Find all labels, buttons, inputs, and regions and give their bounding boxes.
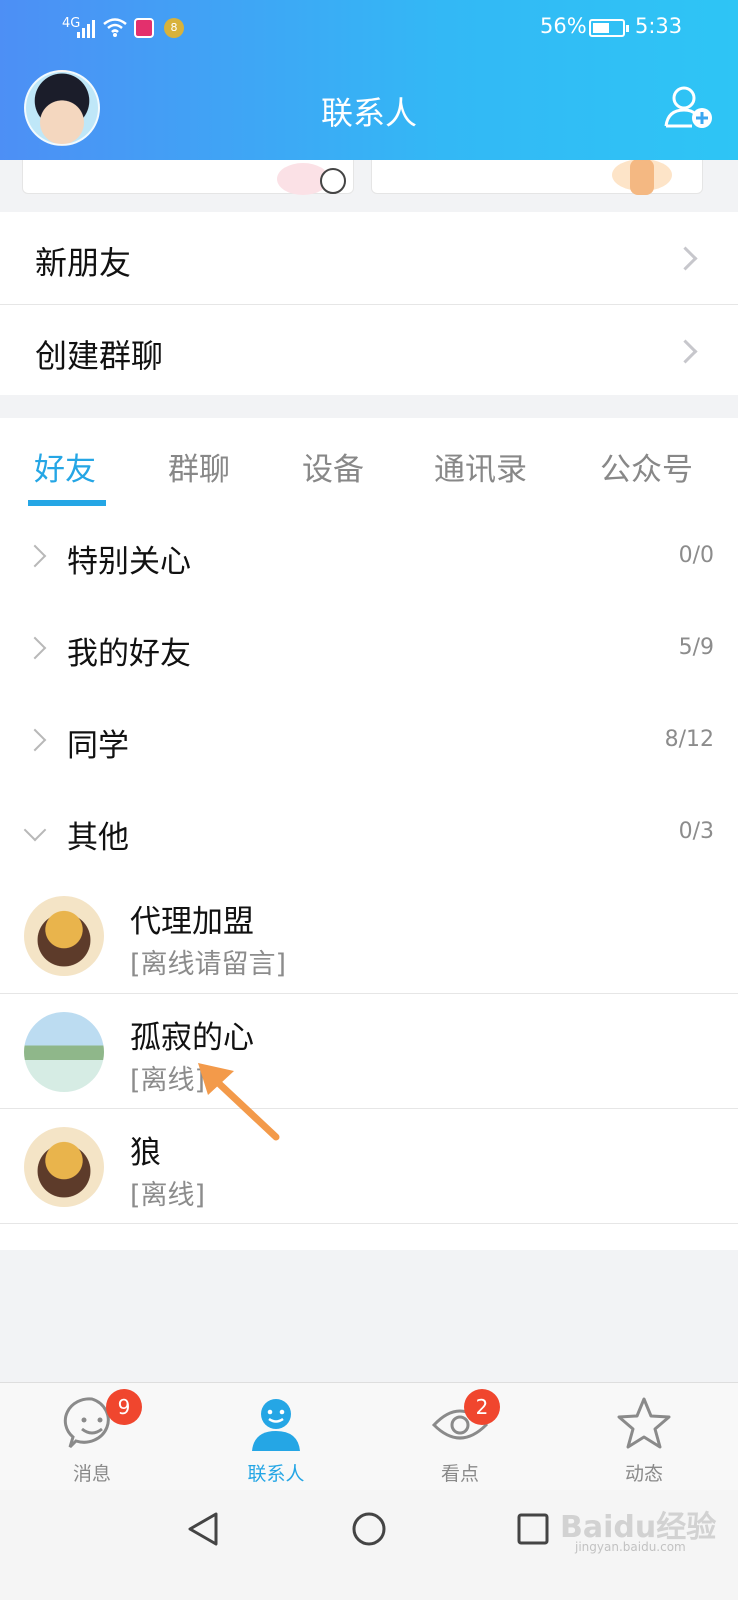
contact-tabs: 好友 群聊 设备 通讯录 公众号 bbox=[0, 418, 738, 511]
new-friends-label: 新朋友 bbox=[35, 244, 132, 282]
chevron-right-icon bbox=[23, 544, 47, 568]
divider bbox=[0, 993, 738, 994]
friend-status: [离线请留言] bbox=[130, 949, 287, 980]
new-friends-row[interactable]: 新朋友 bbox=[0, 212, 738, 304]
avatar bbox=[24, 896, 104, 976]
banner-card-right[interactable] bbox=[371, 160, 703, 195]
friend-name: 孤寂的心 bbox=[130, 1020, 254, 1056]
chevron-right-icon bbox=[673, 246, 698, 271]
nav-discover[interactable]: 看点 2 bbox=[410, 1389, 510, 1486]
group-label: 同学 bbox=[67, 728, 129, 764]
cartoon-illustration bbox=[277, 163, 346, 195]
group-count: 0/3 bbox=[678, 819, 714, 844]
nav-discover-label: 看点 bbox=[440, 1463, 479, 1485]
recents-icon[interactable] bbox=[516, 1512, 550, 1546]
tab-address-book[interactable]: 通讯录 bbox=[434, 444, 527, 489]
home-icon[interactable] bbox=[350, 1510, 388, 1548]
add-contact-icon[interactable] bbox=[664, 84, 714, 130]
nav-moments-label: 动态 bbox=[624, 1463, 663, 1485]
unread-badge: 2 bbox=[464, 1389, 500, 1425]
nav-messages[interactable]: 消息 9 bbox=[42, 1389, 142, 1486]
notification-app-icon bbox=[134, 18, 154, 38]
chevron-right-icon bbox=[673, 339, 698, 364]
tab-official-accounts[interactable]: 公众号 bbox=[600, 444, 693, 489]
bottom-navigation: 消息 9 联系人 看点 2 动态 bbox=[0, 1382, 738, 1491]
tab-devices[interactable]: 设备 bbox=[302, 444, 364, 489]
friend-status: [离线] bbox=[130, 1180, 206, 1211]
clock: 5:33 bbox=[635, 14, 683, 38]
contact-list: 特别关心 0/0 我的好友 5/9 同学 8/12 其他 0/3 代理加盟 [离… bbox=[0, 510, 738, 1250]
friend-name: 狼 bbox=[130, 1135, 161, 1171]
divider bbox=[0, 1108, 738, 1109]
group-label: 我的好友 bbox=[67, 636, 191, 672]
wifi-icon bbox=[103, 18, 127, 37]
group-label: 其他 bbox=[67, 820, 129, 856]
tab-groups[interactable]: 群聊 bbox=[168, 444, 230, 489]
create-group-row[interactable]: 创建群聊 bbox=[0, 305, 738, 395]
group-label: 特别关心 bbox=[67, 544, 191, 580]
group-count: 5/9 bbox=[678, 635, 714, 660]
avatar bbox=[24, 1012, 104, 1092]
nav-contacts[interactable]: 联系人 bbox=[226, 1393, 326, 1486]
chevron-right-icon bbox=[23, 728, 47, 752]
page-title: 联系人 bbox=[320, 94, 417, 132]
watermark-url: jingyan.baidu.com bbox=[575, 1540, 686, 1554]
friend-name: 代理加盟 bbox=[130, 904, 254, 940]
group-count: 8/12 bbox=[664, 727, 714, 752]
signal-icon bbox=[77, 20, 95, 38]
notification-badge-icon: 8 bbox=[164, 18, 184, 38]
nav-moments[interactable]: 动态 bbox=[594, 1393, 694, 1486]
contacts-icon bbox=[252, 1399, 300, 1451]
banner-card-left[interactable] bbox=[22, 160, 354, 195]
battery-level bbox=[593, 23, 609, 33]
banner-cards bbox=[0, 160, 738, 212]
active-tab-indicator bbox=[28, 500, 106, 506]
unread-badge: 9 bbox=[106, 1389, 142, 1425]
chevron-down-icon bbox=[23, 818, 47, 842]
avatar bbox=[24, 1127, 104, 1207]
create-group-label: 创建群聊 bbox=[35, 337, 164, 375]
tab-friends[interactable]: 好友 bbox=[34, 444, 96, 489]
nav-contacts-label: 联系人 bbox=[247, 1463, 305, 1485]
back-icon[interactable] bbox=[186, 1510, 220, 1548]
battery-icon bbox=[589, 19, 629, 37]
divider bbox=[0, 1223, 738, 1224]
nav-messages-label: 消息 bbox=[72, 1463, 111, 1485]
app-header: 4G 8 56% 5:33 联系人 bbox=[0, 0, 738, 160]
cartoon-illustration bbox=[612, 160, 672, 195]
status-bar: 4G 8 56% 5:33 bbox=[0, 0, 738, 58]
group-count: 0/0 bbox=[678, 543, 714, 568]
annotation-arrow-icon bbox=[198, 1063, 280, 1141]
star-icon bbox=[617, 1397, 671, 1449]
battery-percent: 56% bbox=[540, 14, 587, 38]
chevron-right-icon bbox=[23, 636, 47, 660]
